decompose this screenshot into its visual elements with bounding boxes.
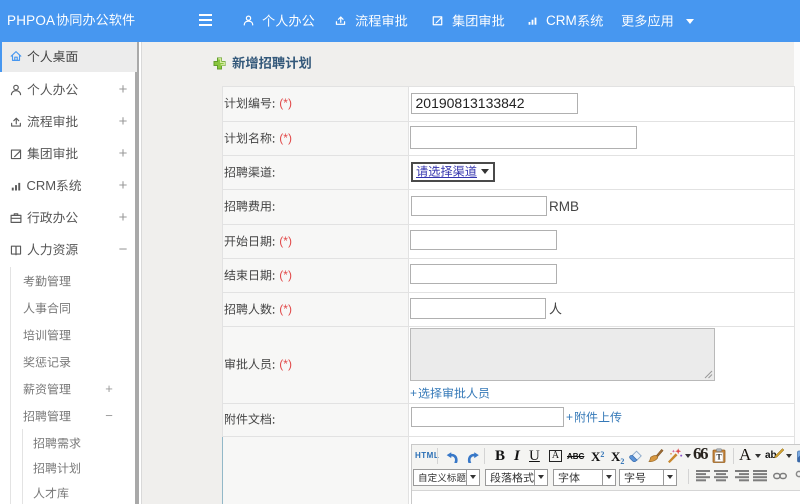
svg-text:T: T <box>716 453 722 462</box>
